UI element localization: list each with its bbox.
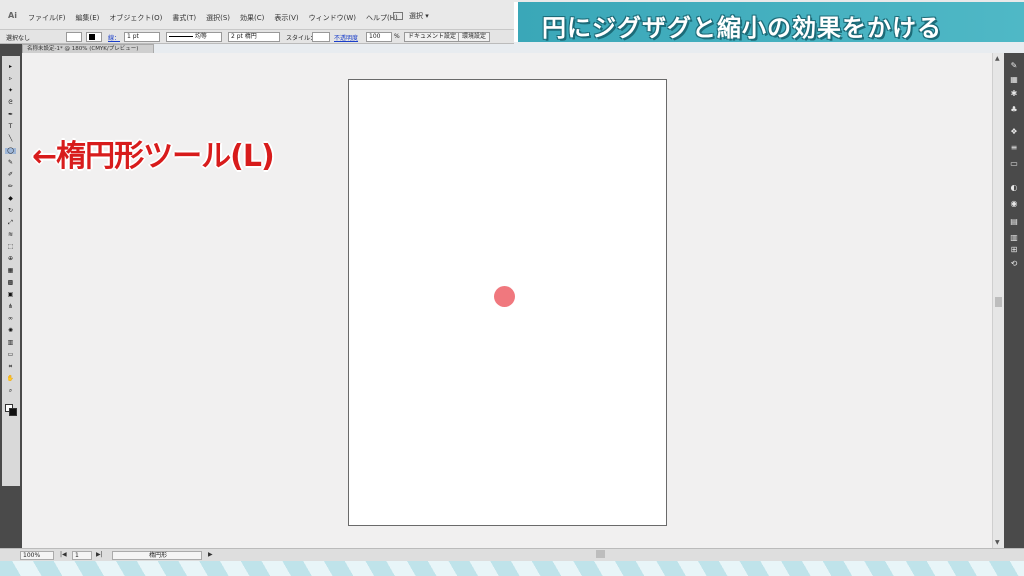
control-bar: 選択なし 線： 1 pt 均等 2 pt 楕円 スタイル： 不透明度 100 %… bbox=[0, 30, 514, 44]
next-page-icon[interactable]: ▶| bbox=[96, 551, 103, 558]
selection-tool-icon[interactable]: ▸ bbox=[5, 64, 16, 70]
pencil-tool-icon[interactable]: ✐ bbox=[5, 172, 16, 178]
ellipse-tool-annotation: ←楕円形ツール(L) bbox=[32, 139, 275, 174]
brush-definition[interactable]: 2 pt 楕円 bbox=[228, 32, 280, 42]
swatches-panel-icon[interactable]: ▦ bbox=[1008, 75, 1020, 85]
column-graph-tool-icon[interactable]: ▥ bbox=[5, 340, 16, 346]
zoom-tool-icon[interactable]: ⌕ bbox=[5, 388, 16, 394]
hand-tool-icon[interactable]: ✋ bbox=[5, 376, 16, 382]
status-arrow-icon[interactable]: ▶ bbox=[208, 551, 213, 558]
zoom-field[interactable]: 100% bbox=[20, 551, 54, 560]
opacity-label[interactable]: 不透明度 bbox=[334, 33, 358, 42]
menu-window[interactable]: ウィンドウ(W) bbox=[309, 13, 356, 23]
appearance-panel-icon[interactable]: ◉ bbox=[1008, 199, 1020, 209]
horizontal-scroll-thumb[interactable] bbox=[596, 550, 605, 558]
blend-tool-icon[interactable]: ∞ bbox=[5, 316, 16, 322]
brushes-panel-icon[interactable]: ✱ bbox=[1008, 89, 1020, 99]
stroke-color-swatch[interactable] bbox=[9, 408, 17, 416]
symbol-sprayer-tool-icon[interactable]: ✺ bbox=[5, 328, 16, 334]
tools-list: ▸ ▹ ✦ ᘓ ✒ T ╲ ◯ ✎ ✐ ✏ ◆ ↻ ⤢ ≋ ⬚ ⊕ ▦ ▩ ▣ ⋔ ∞ ✺ ▥ ▭ ⌗ ✋ ⌕ bbox=[2, 56, 20, 486]
stroke-label[interactable]: 線： bbox=[108, 33, 120, 42]
graphic-style-swatch[interactable] bbox=[312, 32, 330, 42]
title-banner: 円にジグザグと縮小の効果をかける bbox=[514, 2, 1024, 42]
align-panel-icon[interactable]: ⊞ bbox=[1008, 245, 1020, 255]
perspective-grid-tool-icon[interactable]: ▦ bbox=[5, 268, 16, 274]
status-bar: 100% |◀ 1 ▶| 楕円形 ▶ bbox=[0, 548, 1024, 561]
panel-dock: ✎ ▦ ✱ ♣ ❖ ≡ ▭ ◐ ◉ ▤ ▥ ⊞ ⟲ bbox=[1004, 53, 1024, 548]
scale-tool-icon[interactable]: ⤢ bbox=[5, 220, 16, 226]
current-tool-status[interactable]: 楕円形 bbox=[112, 551, 202, 560]
ellipse-tool-icon[interactable]: ◯ bbox=[5, 148, 16, 154]
scroll-up-icon[interactable]: ▲ bbox=[995, 55, 1000, 62]
eyedropper-tool-icon[interactable]: ⋔ bbox=[5, 304, 16, 310]
type-tool-icon[interactable]: T bbox=[5, 124, 16, 130]
opacity-field[interactable]: 100 bbox=[366, 32, 392, 42]
artboards-panel-icon[interactable]: ▥ bbox=[1008, 233, 1020, 243]
shape-builder-tool-icon[interactable]: ⊕ bbox=[5, 256, 16, 262]
banner-title: 円にジグザグと縮小の効果をかける bbox=[542, 14, 942, 42]
menu-type[interactable]: 書式(T) bbox=[172, 13, 196, 23]
fill-swatch[interactable] bbox=[66, 32, 82, 42]
menu-file[interactable]: ファイル(F) bbox=[28, 13, 66, 23]
selection-status: 選択なし bbox=[6, 35, 31, 42]
rotate-tool-icon[interactable]: ↻ bbox=[5, 208, 16, 214]
lasso-tool-icon[interactable]: ᘓ bbox=[5, 100, 16, 106]
eraser-tool-icon[interactable]: ◆ bbox=[5, 196, 16, 202]
menu-list: ファイル(F) 編集(E) オブジェクト(O) 書式(T) 選択(S) 効果(C… bbox=[28, 13, 398, 23]
first-page-icon[interactable]: |◀ bbox=[60, 551, 67, 558]
artboard-tool-icon[interactable]: ▭ bbox=[5, 352, 16, 358]
width-tool-icon[interactable]: ≋ bbox=[5, 232, 16, 238]
transform-panel-icon[interactable]: ⟲ bbox=[1008, 259, 1020, 269]
app-logo: Ai bbox=[8, 11, 17, 20]
menu-effect[interactable]: 効果(C) bbox=[240, 13, 264, 23]
scroll-thumb[interactable] bbox=[995, 297, 1002, 307]
workspace-label[interactable]: 選択 ▾ bbox=[409, 11, 429, 21]
gradient-tool-icon[interactable]: ▣ bbox=[5, 292, 16, 298]
direct-selection-tool-icon[interactable]: ▹ bbox=[5, 76, 16, 82]
menu-view[interactable]: 表示(V) bbox=[274, 13, 298, 23]
scroll-down-icon[interactable]: ▼ bbox=[995, 539, 1000, 546]
stroke-width-field[interactable]: 1 pt bbox=[124, 32, 160, 42]
vertical-scrollbar[interactable]: ▲ ▼ bbox=[992, 53, 1004, 548]
page-field[interactable]: 1 bbox=[72, 551, 92, 560]
symbols-panel-icon[interactable]: ♣ bbox=[1008, 105, 1020, 115]
graphic-styles-icon[interactable]: ❖ bbox=[1008, 127, 1020, 137]
variable-width-profile[interactable]: 均等 bbox=[166, 32, 222, 42]
document-setup-button[interactable]: ドキュメント設定 bbox=[404, 32, 461, 42]
transparency-panel-icon[interactable]: ◐ bbox=[1008, 183, 1020, 193]
menu-object[interactable]: オブジェクト(O) bbox=[109, 13, 162, 23]
stroke-panel-icon[interactable]: ≡ bbox=[1008, 143, 1020, 153]
magic-wand-tool-icon[interactable]: ✦ bbox=[5, 88, 16, 94]
line-tool-icon[interactable]: ╲ bbox=[5, 136, 16, 142]
slice-tool-icon[interactable]: ⌗ bbox=[5, 364, 16, 370]
circle-shape[interactable] bbox=[494, 286, 515, 307]
tools-panel: ▸ ▹ ✦ ᘓ ✒ T ╲ ◯ ✎ ✐ ✏ ◆ ↻ ⤢ ≋ ⬚ ⊕ ▦ ▩ ▣ ⋔ ∞ ✺ ▥ ▭ ⌗ ✋ ⌕ bbox=[0, 44, 22, 548]
mesh-tool-icon[interactable]: ▩ bbox=[5, 280, 16, 286]
decorative-strip bbox=[0, 561, 1024, 576]
menu-select[interactable]: 選択(S) bbox=[206, 13, 230, 23]
menu-edit[interactable]: 編集(E) bbox=[76, 13, 100, 23]
stroke-swatch[interactable] bbox=[86, 32, 102, 42]
layers-panel-icon[interactable]: ▤ bbox=[1008, 217, 1020, 227]
free-transform-tool-icon[interactable]: ⬚ bbox=[5, 244, 16, 250]
uniform-label: 均等 bbox=[194, 33, 207, 40]
workspace-switcher[interactable]: 選択 ▾ bbox=[393, 11, 429, 21]
gradient-panel-icon[interactable]: ▭ bbox=[1008, 159, 1020, 169]
percent-label: % bbox=[394, 33, 400, 40]
preferences-button[interactable]: 環境設定 bbox=[458, 32, 491, 42]
paintbrush-tool-icon[interactable]: ✎ bbox=[5, 160, 16, 166]
color-panel-icon[interactable]: ✎ bbox=[1008, 61, 1020, 71]
pen-tool-icon[interactable]: ✒ bbox=[5, 112, 16, 118]
blob-brush-tool-icon[interactable]: ✏ bbox=[5, 184, 16, 190]
arrange-documents-icon[interactable] bbox=[393, 12, 403, 20]
document-tab[interactable]: 名称未設定-1* @ 180% (CMYK/プレビュー) bbox=[22, 44, 154, 53]
